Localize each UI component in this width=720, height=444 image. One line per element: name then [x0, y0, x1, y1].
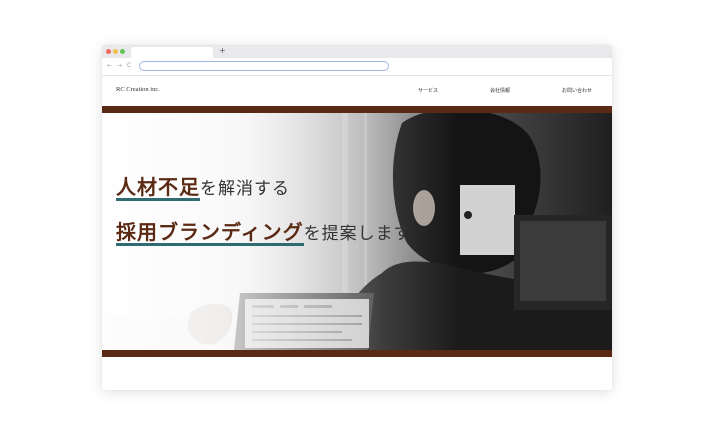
teal-underline — [116, 243, 304, 246]
browser-window: + ← → C RC Creation inc. サービス 会社情報 お問い合わ… — [102, 45, 612, 390]
hero-headline-line2: 採用ブランディング を提案します — [116, 216, 412, 246]
site-logo[interactable]: RC Creation inc. — [116, 86, 160, 93]
new-tab-button[interactable]: + — [219, 45, 226, 57]
line2-rest: を提案します — [303, 224, 412, 244]
top-accent-bar — [102, 106, 612, 113]
line2-highlight: 採用ブランディング — [116, 220, 304, 246]
line1-rest: を解消する — [200, 179, 290, 199]
hero-headline-line1: 人材不足 を解消する — [116, 171, 290, 201]
reload-icon[interactable]: C — [127, 61, 131, 71]
maximize-window-button[interactable] — [120, 49, 125, 54]
address-bar: ← → C — [102, 58, 612, 76]
bottom-accent-bar — [102, 350, 612, 357]
url-input[interactable] — [139, 61, 389, 71]
nav-item-contact[interactable]: お問い合わせ — [562, 87, 592, 94]
close-window-button[interactable] — [106, 49, 111, 54]
tab-bar: + — [102, 45, 612, 58]
site-header: RC Creation inc. サービス 会社情報 お問い合わせ — [102, 76, 612, 106]
browser-tab[interactable] — [131, 47, 213, 58]
nav-item-services[interactable]: サービス — [418, 87, 438, 94]
forward-arrow-icon[interactable]: → — [117, 61, 122, 71]
nav-item-company[interactable]: 会社情報 — [490, 87, 510, 94]
hero-section: 人材不足 を解消する 採用ブランディング を提案します — [102, 113, 612, 350]
page-below-hero — [102, 357, 612, 390]
teal-underline — [116, 198, 200, 201]
minimize-window-button[interactable] — [113, 49, 118, 54]
line1-highlight: 人材不足 — [116, 175, 200, 201]
back-arrow-icon[interactable]: ← — [107, 61, 112, 71]
